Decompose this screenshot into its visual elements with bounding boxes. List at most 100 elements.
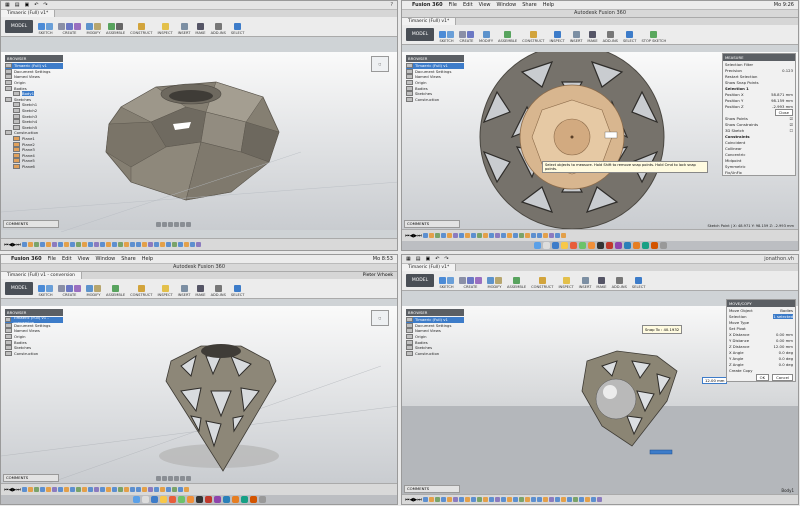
constraint-fix[interactable]: Fix/UnFix: [723, 169, 795, 175]
create-group[interactable]: CREATE: [58, 23, 81, 35]
comments-panel[interactable]: COMMENTS: [404, 220, 460, 228]
browser-item-construction[interactable]: Construction: [406, 96, 464, 103]
select-group[interactable]: SELECT: [231, 23, 244, 35]
zoom-icon[interactable]: [168, 222, 173, 227]
browser-header[interactable]: BROWSER: [406, 55, 464, 62]
app-menu[interactable]: Fusion 360: [412, 1, 443, 9]
browser-header[interactable]: BROWSER: [5, 55, 63, 62]
grid-icon[interactable]: ▦: [406, 256, 411, 262]
construct-group[interactable]: CONSTRUCT: [130, 23, 152, 35]
add-ins-group[interactable]: ADD-INS: [612, 277, 627, 289]
grid-icon[interactable]: [186, 476, 191, 481]
app-icon[interactable]: [231, 496, 239, 503]
create-group[interactable]: CREATE: [459, 277, 482, 289]
menu-help[interactable]: Help: [142, 255, 153, 263]
inspect-group[interactable]: INSPECT: [157, 285, 173, 297]
comments-panel[interactable]: COMMENTS: [404, 485, 460, 493]
browser-item-root[interactable]: Timaeric (Full) v1 - conversion: [5, 315, 63, 325]
browser-item-construction[interactable]: Construction: [5, 350, 63, 357]
document-tab[interactable]: Timaeric (Full) v1*: [402, 18, 457, 25]
timeline[interactable]: ⏮◀▶⏭: [1, 238, 397, 250]
trash-icon[interactable]: [258, 496, 266, 503]
select-group[interactable]: SELECT: [623, 31, 636, 43]
file-icon[interactable]: ▤: [15, 2, 20, 8]
app-icon[interactable]: [569, 242, 577, 249]
orbit-icon[interactable]: [156, 222, 161, 227]
sketch-group[interactable]: SKETCH: [38, 23, 53, 35]
workspace-switcher[interactable]: MODEL: [5, 282, 33, 295]
menu-file[interactable]: File: [449, 1, 457, 9]
app-icon[interactable]: [249, 496, 257, 503]
assemble-group[interactable]: ASSEMBLE: [498, 31, 517, 43]
undo-icon[interactable]: ↶: [34, 2, 38, 8]
notes-icon[interactable]: [159, 496, 167, 503]
menu-edit[interactable]: Edit: [62, 255, 72, 263]
modify-group[interactable]: MODIFY: [86, 285, 101, 297]
app-icon[interactable]: [614, 242, 622, 249]
app-icon[interactable]: [632, 242, 640, 249]
cancel-button[interactable]: Cancel: [772, 373, 793, 381]
workspace-switcher[interactable]: MODEL: [406, 28, 434, 41]
construct-group[interactable]: CONSTRUCT: [522, 31, 545, 43]
make-group[interactable]: MAKE: [195, 23, 206, 35]
app-icon[interactable]: [623, 242, 631, 249]
timeline[interactable]: ⏮◀▶⏭: [402, 494, 798, 504]
orbit-icon[interactable]: [156, 476, 161, 481]
create-group[interactable]: CREATE: [459, 31, 474, 43]
launchpad-icon[interactable]: [141, 496, 149, 503]
measure-close-button[interactable]: Close: [774, 108, 793, 116]
app-icon[interactable]: [650, 242, 658, 249]
insert-group[interactable]: INSERT: [579, 277, 591, 289]
zoom-icon[interactable]: [168, 476, 173, 481]
add-ins-group[interactable]: ADD-INS: [211, 23, 226, 35]
app-icon[interactable]: [641, 242, 649, 249]
viewcube[interactable]: ◻: [371, 310, 389, 326]
menu-window[interactable]: Window: [497, 1, 517, 9]
document-tab[interactable]: Timaeric (Full) v1 - conversion: [1, 272, 82, 279]
safari-icon[interactable]: [551, 242, 559, 249]
timeline-controls[interactable]: ⏮◀▶⏭: [405, 233, 422, 239]
menu-view[interactable]: View: [479, 1, 491, 9]
create-group[interactable]: CREATE: [58, 285, 81, 297]
timeline[interactable]: ⏮◀▶⏭: [1, 483, 397, 495]
finder-icon[interactable]: [132, 496, 140, 503]
app-icon[interactable]: [605, 242, 613, 249]
save-icon[interactable]: ▣: [24, 2, 29, 8]
inspect-group[interactable]: INSPECT: [550, 31, 565, 43]
make-group[interactable]: MAKE: [195, 285, 206, 297]
stop-sketch-group[interactable]: STOP SKETCH: [641, 31, 666, 43]
launchpad-icon[interactable]: [542, 242, 550, 249]
insert-group[interactable]: INSERT: [570, 31, 582, 43]
timeline[interactable]: ⏮◀▶⏭: [402, 229, 798, 241]
comments-panel[interactable]: COMMENTS: [3, 220, 59, 228]
document-tab[interactable]: Timaeric (Full) v1*: [402, 264, 457, 271]
fit-icon[interactable]: [174, 476, 179, 481]
timeline-controls[interactable]: ⏮◀▶⏭: [4, 487, 21, 493]
help-icon[interactable]: ?: [390, 2, 397, 8]
fit-icon[interactable]: [174, 222, 179, 227]
construct-group[interactable]: CONSTRUCT: [531, 277, 553, 289]
sketch-group[interactable]: SKETCH: [439, 277, 454, 289]
browser-item-plane[interactable]: Plane6: [5, 163, 63, 170]
add-ins-group[interactable]: ADD-INS: [211, 285, 226, 297]
app-icon[interactable]: [596, 242, 604, 249]
timeline-controls[interactable]: ⏮◀▶⏭: [4, 242, 21, 248]
app-menu[interactable]: Fusion 360: [11, 255, 42, 263]
sketch-group[interactable]: SKETCH: [38, 285, 53, 297]
modify-group[interactable]: MODIFY: [479, 31, 493, 43]
inspect-group[interactable]: INSPECT: [157, 23, 173, 35]
redo-icon[interactable]: ↷: [444, 256, 448, 262]
app-icon[interactable]: [195, 496, 203, 503]
app-icon[interactable]: [578, 242, 586, 249]
menu-window[interactable]: Window: [96, 255, 116, 263]
select-group[interactable]: SELECT: [231, 285, 244, 297]
menu-help[interactable]: Help: [543, 1, 554, 9]
add-ins-group[interactable]: ADD-INS: [603, 31, 618, 43]
pan-icon[interactable]: [162, 222, 167, 227]
menu-view[interactable]: View: [78, 255, 90, 263]
safari-icon[interactable]: [150, 496, 158, 503]
menu-share[interactable]: Share: [121, 255, 135, 263]
app-icon[interactable]: [587, 242, 595, 249]
user-menu[interactable]: jonathon.vh: [764, 256, 798, 262]
sketch-group[interactable]: SKETCH: [439, 31, 454, 43]
